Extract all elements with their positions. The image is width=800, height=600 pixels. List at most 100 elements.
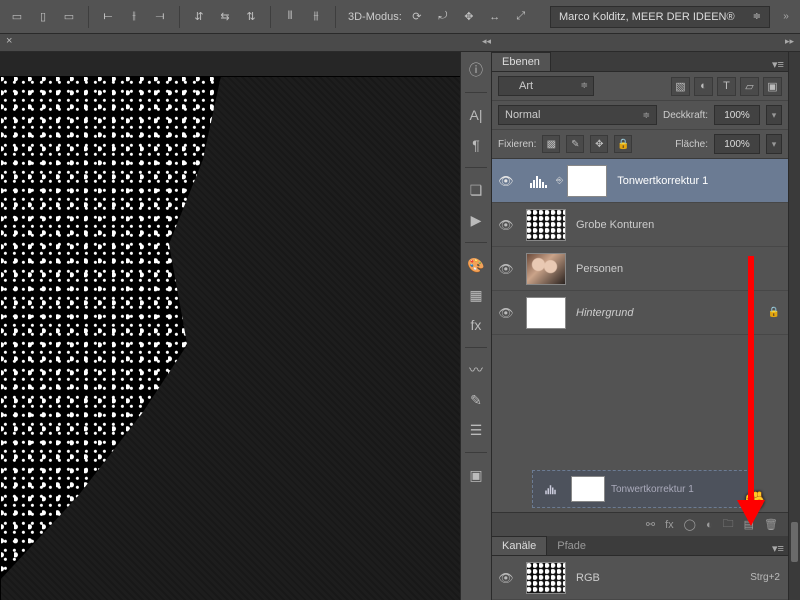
tab-channels[interactable]: Kanäle bbox=[492, 536, 547, 555]
align-bottom-icon[interactable]: ⟞ bbox=[149, 6, 171, 28]
panel-menu-icon[interactable]: ▾≡ bbox=[768, 542, 788, 555]
fill-value[interactable]: 100% bbox=[714, 134, 760, 154]
align-icon[interactable]: ▭ bbox=[58, 6, 80, 28]
workspace-dropdown[interactable]: Marco Kolditz, MEER DER IDEEN® bbox=[550, 6, 770, 28]
visibility-icon[interactable]: 👁 bbox=[492, 571, 520, 585]
fill-step-icon[interactable]: ▾ bbox=[766, 134, 782, 154]
visibility-icon[interactable]: 👁 bbox=[492, 306, 520, 320]
collapse-iconcol-icon[interactable]: ◂◂ bbox=[482, 36, 491, 47]
collapsed-panel-column: ⓘ A| ¶ ❏ ▶ 🎨 ▦ fx 〰 ✎ ☰ ▣ bbox=[460, 52, 492, 600]
delete-layer-icon[interactable]: 🗑 bbox=[764, 518, 778, 531]
layer-name[interactable]: Personen bbox=[576, 263, 623, 275]
layer-row[interactable]: 👁 Grobe Konturen bbox=[492, 203, 788, 247]
pan3d-icon[interactable]: ✥ bbox=[458, 6, 480, 28]
new-layer-icon[interactable]: ▤ bbox=[744, 518, 754, 531]
add-mask-icon[interactable]: ◯ bbox=[684, 518, 696, 531]
distribute-icon[interactable]: ⫴ bbox=[279, 6, 301, 28]
layer-fx-icon[interactable]: fx bbox=[665, 519, 674, 531]
levels-icon bbox=[539, 476, 565, 502]
lock-pixels-icon[interactable]: ✎ bbox=[566, 135, 584, 153]
lock-fill-row: Fixieren: ▩ ✎ ✥ 🔒 Fläche: 100% ▾ bbox=[492, 130, 788, 159]
right-panels: Ebenen ▾≡ ▧ ◐ T ▱ ▣ Normal Deckkraft: 10… bbox=[492, 52, 788, 600]
layer-thumb[interactable] bbox=[526, 209, 566, 241]
layer-row[interactable]: 👁 Personen bbox=[492, 247, 788, 291]
filter-adjust-icon[interactable]: ◐ bbox=[694, 77, 713, 96]
swatches-icon[interactable]: 🎨 bbox=[462, 251, 490, 279]
opacity-step-icon[interactable]: ▾ bbox=[766, 105, 782, 125]
brush-settings-icon[interactable]: ✎ bbox=[462, 386, 490, 414]
lock-position-icon[interactable]: ✥ bbox=[590, 135, 608, 153]
grab-cursor-icon: ✊ bbox=[744, 491, 766, 512]
scale3d-icon[interactable]: ⤢ bbox=[510, 6, 532, 28]
distribute-icon[interactable]: ⇆ bbox=[214, 6, 236, 28]
align-icon[interactable]: ▭ bbox=[6, 6, 28, 28]
canvas-area[interactable] bbox=[0, 52, 460, 600]
dragged-layer-ghost: Tonwertkorrektur 1 bbox=[532, 470, 752, 508]
lock-transparent-icon[interactable]: ▩ bbox=[542, 135, 560, 153]
blend-mode-dropdown[interactable]: Normal bbox=[498, 105, 657, 125]
mode3d-label: 3D-Modus: bbox=[348, 11, 402, 23]
clip-link-icon: ⎆ bbox=[556, 175, 563, 186]
lock-indicator-icon: 🔒 bbox=[768, 307, 780, 318]
layers-mini-icon[interactable]: ❏ bbox=[462, 176, 490, 204]
channel-row[interactable]: 👁 RGB Strg+2 bbox=[492, 556, 788, 600]
layer-row[interactable]: 👁 Hintergrund 🔒 bbox=[492, 291, 788, 335]
layer-name[interactable]: Tonwertkorrektur 1 bbox=[617, 175, 708, 187]
layer-row[interactable]: 👁 ⎆ Tonwertkorrektur 1 bbox=[492, 159, 788, 203]
new-adjustment-icon[interactable]: ◐ bbox=[706, 519, 713, 531]
character-icon[interactable]: A| bbox=[462, 101, 490, 129]
distribute-icon[interactable]: ⇅ bbox=[240, 6, 262, 28]
layer-name[interactable]: Grobe Konturen bbox=[576, 219, 654, 231]
visibility-icon[interactable]: 👁 bbox=[492, 174, 520, 188]
layer-filter-input[interactable] bbox=[498, 76, 594, 96]
visibility-icon[interactable]: 👁 bbox=[492, 262, 520, 276]
filter-type-icon[interactable]: T bbox=[717, 77, 736, 96]
expand-icon[interactable]: » bbox=[778, 11, 794, 22]
opacity-value[interactable]: 100% bbox=[714, 105, 760, 125]
panel-menu-icon[interactable]: ▾≡ bbox=[768, 58, 788, 71]
fill-label: Fläche: bbox=[675, 139, 708, 150]
presets-icon[interactable]: ☰ bbox=[462, 416, 490, 444]
grid-icon[interactable]: ▦ bbox=[462, 281, 490, 309]
align-top-icon[interactable]: ⟝ bbox=[97, 6, 119, 28]
ghost-layer-name: Tonwertkorrektur 1 bbox=[611, 484, 694, 495]
levels-icon bbox=[526, 168, 552, 194]
paragraph-icon[interactable]: ¶ bbox=[462, 131, 490, 159]
blend-opacity-row: Normal Deckkraft: 100% ▾ bbox=[492, 101, 788, 130]
layers-footer: ⚯ fx ◯ ◐ 🗀 ▤ 🗑 bbox=[492, 512, 788, 536]
scrollbar-thumb[interactable] bbox=[791, 522, 798, 562]
brush-icon[interactable]: 〰 bbox=[462, 356, 490, 384]
filter-shape-icon[interactable]: ▱ bbox=[740, 77, 759, 96]
layer-mask-thumb[interactable] bbox=[567, 165, 607, 197]
distribute-icon[interactable]: ⇵ bbox=[188, 6, 210, 28]
tab-paths[interactable]: Pfade bbox=[547, 537, 596, 555]
close-tab-icon[interactable]: × bbox=[6, 35, 12, 47]
distribute-icon[interactable]: ⫵ bbox=[305, 6, 327, 28]
styles-icon[interactable]: fx bbox=[462, 311, 490, 339]
filter-smart-icon[interactable]: ▣ bbox=[763, 77, 782, 96]
navigator-icon[interactable]: ▣ bbox=[462, 461, 490, 489]
align-vcenter-icon[interactable]: ⫲ bbox=[123, 6, 145, 28]
collapse-panels-icon[interactable]: ▸▸ bbox=[785, 36, 794, 47]
lock-all-icon[interactable]: 🔒 bbox=[614, 135, 632, 153]
layer-mask-thumb bbox=[571, 476, 605, 502]
channel-thumb[interactable] bbox=[526, 562, 566, 594]
channel-name: RGB bbox=[576, 572, 600, 584]
link-layers-icon[interactable]: ⚯ bbox=[646, 518, 655, 531]
layer-thumb[interactable] bbox=[526, 297, 566, 329]
align-icon[interactable]: ▯ bbox=[32, 6, 54, 28]
layer-thumb[interactable] bbox=[526, 253, 566, 285]
actions-icon[interactable]: ▶ bbox=[462, 206, 490, 234]
layer-name[interactable]: Hintergrund bbox=[576, 307, 633, 319]
panel-scrollbar[interactable] bbox=[788, 52, 800, 600]
info-icon[interactable]: ⓘ bbox=[462, 56, 490, 84]
slide-icon[interactable]: ↔ bbox=[484, 6, 506, 28]
orbit-icon[interactable]: ⟳ bbox=[406, 6, 428, 28]
channels-tabrow: Kanäle Pfade ▾≡ bbox=[492, 536, 788, 556]
new-group-icon[interactable]: 🗀 bbox=[723, 515, 734, 534]
roll-icon[interactable]: ⤾ bbox=[432, 6, 454, 28]
layer-empty-area[interactable]: Tonwertkorrektur 1 ✊ bbox=[492, 335, 788, 512]
filter-pixel-icon[interactable]: ▧ bbox=[671, 77, 690, 96]
visibility-icon[interactable]: 👁 bbox=[492, 218, 520, 232]
tab-layers[interactable]: Ebenen bbox=[492, 52, 551, 71]
